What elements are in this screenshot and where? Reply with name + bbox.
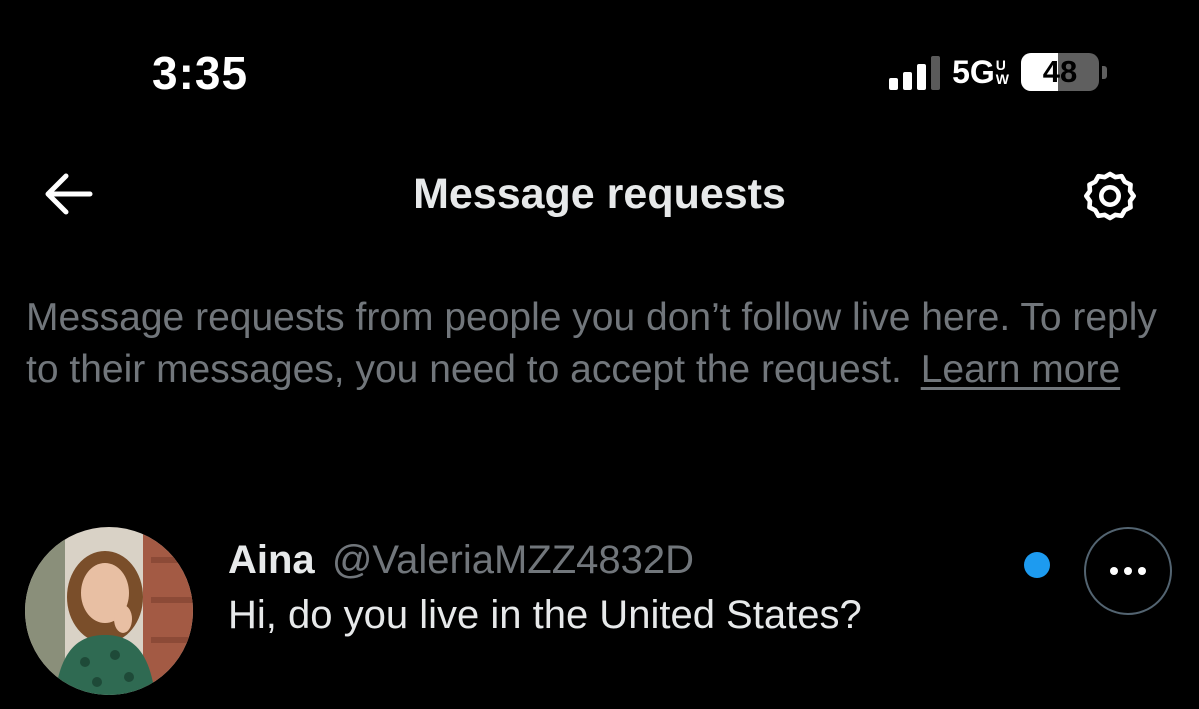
network-label: 5G	[952, 54, 995, 90]
sender-name[interactable]: Aina	[228, 538, 315, 582]
network-suffix: U W	[995, 57, 1009, 87]
status-time: 3:35	[152, 47, 249, 99]
unread-indicator	[1024, 552, 1050, 578]
more-options-button[interactable]	[1084, 527, 1172, 615]
sender-handle: @ValeriaMZZ4832D	[331, 538, 695, 582]
message-preview: Hi, do you live in the United States?	[228, 593, 862, 637]
gear-icon	[1084, 171, 1136, 221]
network-type: 5G U W	[952, 56, 1009, 88]
page-title: Message requests	[413, 170, 786, 218]
avatar-image	[25, 527, 193, 695]
battery-icon: 48	[1021, 53, 1107, 91]
learn-more-link[interactable]: Learn more	[921, 348, 1120, 391]
status-indicators: 5G U W 48	[889, 52, 1107, 92]
message-request-item[interactable]: Aina @ValeriaMZZ4832D Hi, do you live in…	[0, 510, 1199, 709]
cellular-signal-icon	[889, 54, 941, 90]
sender-line: Aina @ValeriaMZZ4832D	[228, 536, 694, 584]
avatar[interactable]	[25, 527, 193, 695]
more-horizontal-icon	[1110, 567, 1146, 575]
info-description: Message requests from people you don’t f…	[26, 292, 1176, 396]
settings-button[interactable]	[1078, 164, 1142, 228]
battery-level: 48	[1042, 54, 1078, 89]
